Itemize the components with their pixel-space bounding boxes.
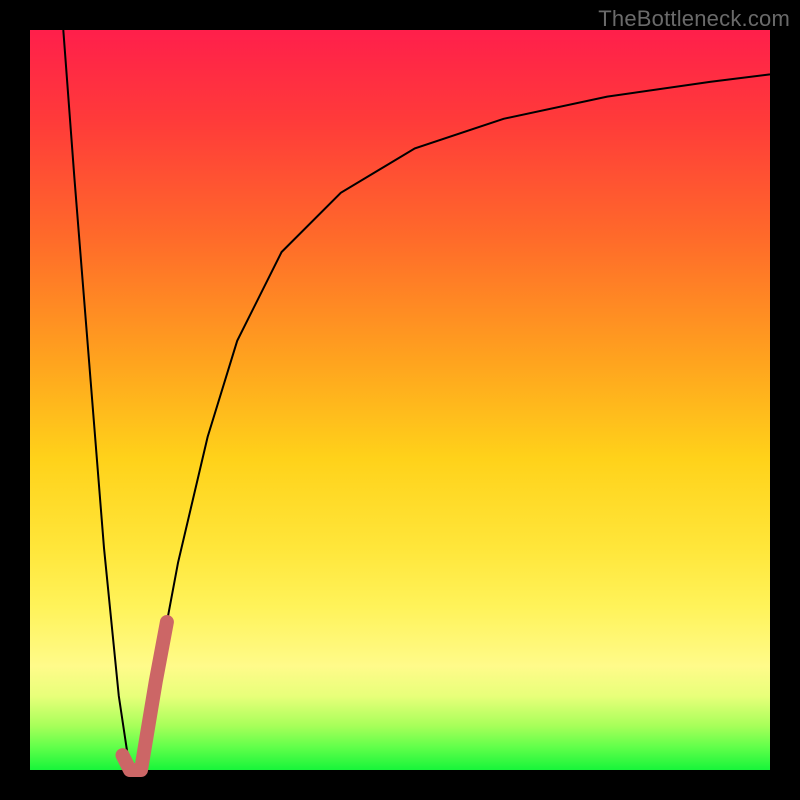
highlight-elbow: [123, 622, 167, 770]
watermark-text: TheBottleneck.com: [598, 6, 790, 32]
chart-frame: TheBottleneck.com: [0, 0, 800, 800]
plot-area: [30, 30, 770, 770]
chart-svg: [30, 30, 770, 770]
curve-left-branch: [63, 30, 130, 770]
curve-right-branch: [141, 74, 770, 770]
